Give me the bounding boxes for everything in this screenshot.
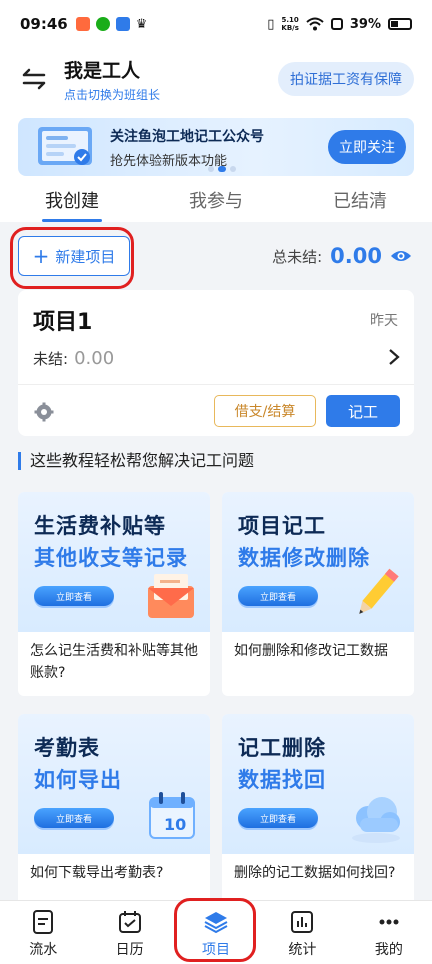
switch-role-link[interactable]: 点击切换为班组长	[64, 86, 160, 103]
tutorial-card[interactable]: 记工删除 数据找回 立即查看 删除的记工数据如何找回?	[222, 714, 414, 918]
chevron-right-icon[interactable]	[388, 348, 400, 366]
carousel-dot	[230, 166, 236, 172]
eye-icon[interactable]	[390, 249, 412, 263]
net-speed-value: 5.10	[281, 16, 299, 24]
tab-created[interactable]: 我创建	[0, 180, 144, 222]
nav-label: 统计	[288, 942, 317, 958]
tutorial-card[interactable]: 项目记工 数据修改删除 立即查看 如何删除和修改记工数据	[222, 492, 414, 696]
wechat-icon	[95, 17, 110, 31]
tutorial-heading: 考勤表	[34, 736, 100, 760]
divider	[18, 384, 414, 385]
status-bar: 09:46 ♛ ▯ 5.10 KB/s 39%	[0, 0, 432, 48]
tab-joined[interactable]: 我参与	[144, 180, 288, 222]
app-notification-icon	[115, 17, 130, 31]
svg-text:10: 10	[164, 815, 186, 834]
nav-item-project[interactable]: 项目	[173, 901, 259, 964]
project-unpaid: 未结: 0.00	[33, 348, 114, 369]
tutorial-heading: 项目记工	[238, 514, 326, 538]
view-now-button[interactable]: 立即查看	[238, 808, 318, 828]
cloud-icon	[352, 797, 400, 843]
nav-label: 项目	[202, 942, 231, 958]
status-time: 09:46	[20, 15, 68, 33]
battery-icon	[388, 18, 412, 30]
view-now-button[interactable]: 立即查看	[238, 586, 318, 606]
project-unpaid-value: 0.00	[74, 348, 115, 369]
project-tabs: 我创建 我参与 已结清	[0, 180, 432, 222]
nav-label: 流水	[29, 942, 58, 958]
tutorial-caption: 怎么记生活费和补贴等其他账款?	[30, 643, 198, 681]
tutorial-subheading: 数据找回	[238, 768, 326, 792]
role-title: 我是工人	[64, 59, 141, 82]
plus-icon: +	[32, 244, 50, 268]
chart-icon	[291, 911, 314, 933]
new-project-button[interactable]: + 新建项目	[18, 236, 130, 276]
wifi-icon	[306, 17, 324, 31]
tab-settled[interactable]: 已结清	[288, 180, 432, 222]
new-project-label: 新建项目	[55, 247, 116, 266]
view-now-button[interactable]: 立即查看	[34, 808, 114, 828]
switch-role-icon[interactable]	[18, 63, 50, 95]
tutorial-caption: 如何下载导出考勤表?	[30, 865, 164, 881]
vibrate-icon: ▯	[267, 16, 275, 32]
banner-title: 关注鱼泡工地记工公众号	[110, 128, 264, 145]
tutorial-card[interactable]: 考勤表 如何导出 立即查看 10 如何下载导出考勤表?	[18, 714, 210, 918]
tutorials-section-title: 这些教程轻松帮您解决记工问题	[18, 452, 254, 470]
record-work-button[interactable]: 记工	[326, 395, 400, 427]
net-speed-unit: KB/s	[281, 24, 299, 32]
follow-button[interactable]: 立即关注	[328, 130, 406, 164]
app-notification-icon	[75, 17, 90, 31]
battery-percent: 39%	[349, 16, 381, 32]
bottom-navigation: 流水 日历 项目 统计 我的	[0, 900, 432, 964]
nav-item-stats[interactable]: 统计	[259, 901, 345, 964]
screen-illustration-icon	[38, 127, 92, 165]
crown-icon: ♛	[135, 16, 148, 32]
nav-label: 我的	[374, 942, 403, 958]
tutorial-card[interactable]: 生活费补贴等 其他收支等记录 立即查看 怎么记生活费和补贴等其他账款?	[18, 492, 210, 696]
total-unpaid-label: 总未结:	[272, 247, 323, 266]
envelope-icon	[148, 574, 194, 618]
total-unpaid: 总未结: 0.00	[272, 244, 412, 268]
banner-subtitle: 抢先体验新版本功能	[110, 153, 228, 169]
banner-section: 关注鱼泡工地记工公众号 抢先体验新版本功能 立即关注	[0, 110, 432, 180]
project-card[interactable]: 项目1 昨天 未结: 0.00 借支/结算 记工	[18, 290, 414, 436]
borrow-settle-button[interactable]: 借支/结算	[214, 395, 316, 427]
role-switcher[interactable]: 我是工人 点击切换为班组长	[64, 56, 160, 103]
tutorial-heading: 生活费补贴等	[34, 514, 166, 538]
carousel-dot	[208, 166, 214, 172]
sim-icon	[330, 18, 343, 30]
project-unpaid-label: 未结:	[33, 350, 69, 368]
nav-item-flow[interactable]: 流水	[0, 901, 86, 964]
evidence-badge-button[interactable]: 拍证据工资有保障	[278, 62, 414, 96]
notification-icons: ♛	[75, 16, 148, 32]
nav-item-mine[interactable]: 我的	[346, 901, 432, 964]
project-name: 项目1	[33, 310, 93, 335]
carousel-dot-active	[218, 166, 226, 172]
calendar-icon: 10	[149, 792, 195, 839]
project-date: 昨天	[370, 313, 398, 329]
total-unpaid-value: 0.00	[330, 244, 382, 268]
gear-icon[interactable]	[34, 402, 54, 422]
promo-banner[interactable]: 关注鱼泡工地记工公众号 抢先体验新版本功能 立即关注	[18, 118, 414, 176]
banner-text: 关注鱼泡工地记工公众号 抢先体验新版本功能	[110, 126, 264, 169]
more-icon	[379, 919, 399, 925]
nav-label: 日历	[115, 942, 144, 958]
pencil-icon	[359, 568, 399, 614]
tutorial-heading: 记工删除	[238, 736, 326, 760]
nav-item-calendar[interactable]: 日历	[86, 901, 172, 964]
document-icon	[33, 910, 54, 934]
carousel-indicator	[208, 166, 236, 172]
view-now-button[interactable]: 立即查看	[34, 586, 114, 606]
app-header: 我是工人 点击切换为班组长 拍证据工资有保障	[0, 48, 432, 110]
calendar-icon	[118, 911, 141, 933]
tutorial-caption: 如何删除和修改记工数据	[234, 643, 388, 659]
layers-icon	[204, 912, 228, 934]
net-speed: 5.10 KB/s	[281, 16, 298, 32]
tutorial-subheading: 如何导出	[34, 768, 122, 792]
tutorial-caption: 删除的记工数据如何找回?	[234, 865, 396, 881]
